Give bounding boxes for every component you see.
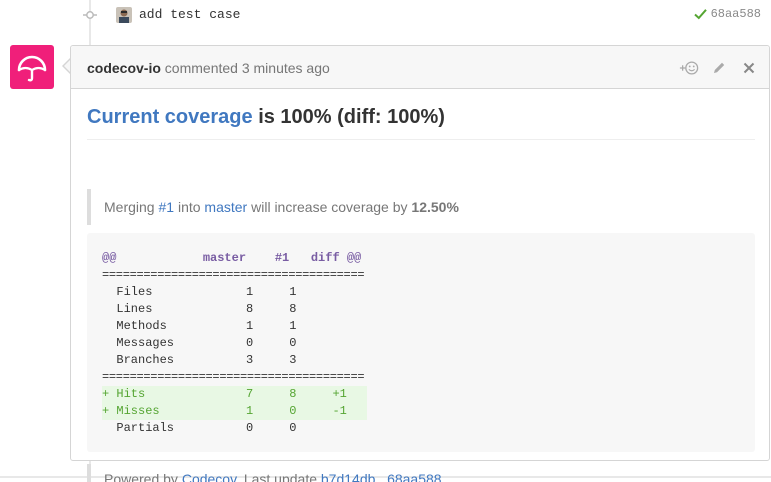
comment-time[interactable]: 3 minutes ago <box>242 60 330 76</box>
coverage-delta: 12.50% <box>411 199 459 215</box>
diff-header: @@ master #1 diff @@ <box>102 251 362 265</box>
merge-note-into: into <box>177 199 201 215</box>
diff-added-row: + Hits 7 8 +1 <box>102 386 367 403</box>
commit-node-icon <box>83 11 97 19</box>
codecov-link[interactable]: Codecov <box>182 471 236 482</box>
last-update-label: . Last update <box>236 471 317 482</box>
check-icon <box>693 9 707 20</box>
merge-note: Merging #1 into master will increase cov… <box>87 189 755 225</box>
committer-avatar[interactable] <box>116 7 132 23</box>
diff-separator: ====================================== <box>102 370 365 384</box>
codecov-avatar[interactable] <box>10 45 54 89</box>
add-reaction-icon <box>679 61 699 75</box>
powered-by-prefix: Powered by <box>104 471 178 482</box>
coverage-diff-table: @@ master #1 diff @@ ===================… <box>87 233 755 452</box>
diff-row: Methods 1 1 <box>102 319 297 333</box>
commit-status[interactable]: 68aa588 <box>693 7 761 21</box>
comment-actions <box>679 58 759 78</box>
commit-row: add test case 68aa588 <box>0 0 771 30</box>
diff-row: Lines 8 8 <box>102 302 297 316</box>
comment-action: commented <box>164 60 238 76</box>
pr-link[interactable]: #1 <box>158 199 174 215</box>
powered-by-note: Powered by Codecov. Last update b7d14db.… <box>87 464 755 482</box>
diff-row: Partials 0 0 <box>102 421 297 435</box>
coverage-summary: is 100% (diff: 100%) <box>258 106 445 128</box>
compare-link[interactable]: b7d14db...68aa588 <box>321 471 442 482</box>
delete-comment-button[interactable] <box>739 58 759 78</box>
comment-header: codecov-io commented 3 minutes ago <box>71 46 769 89</box>
merge-note-middle: will increase coverage by <box>251 199 408 215</box>
coverage-headline: Current coverage is 100% (diff: 100%) <box>87 106 755 140</box>
comment-author[interactable]: codecov-io <box>87 60 161 76</box>
commit-message[interactable]: add test case <box>139 7 240 22</box>
codecov-umbrella-icon <box>17 55 47 82</box>
close-icon <box>743 62 755 74</box>
branch-link[interactable]: master <box>204 199 247 215</box>
comment-box: codecov-io commented 3 minutes ago Curre… <box>70 45 770 482</box>
diff-added-row: + Misses 1 0 -1 <box>102 403 367 420</box>
add-reaction-button[interactable] <box>679 58 699 78</box>
diff-row: Branches 3 3 <box>102 353 297 367</box>
diff-separator: ====================================== <box>102 268 365 282</box>
diff-row: Messages 0 0 <box>102 336 297 350</box>
current-coverage-link[interactable]: Current coverage <box>87 106 253 128</box>
comment-meta: codecov-io commented 3 minutes ago <box>87 60 330 76</box>
edit-icon <box>714 62 725 73</box>
commit-sha[interactable]: 68aa588 <box>711 7 761 21</box>
merge-note-prefix: Merging <box>104 199 155 215</box>
edit-comment-button[interactable] <box>709 58 729 78</box>
diff-row: Files 1 1 <box>102 285 297 299</box>
